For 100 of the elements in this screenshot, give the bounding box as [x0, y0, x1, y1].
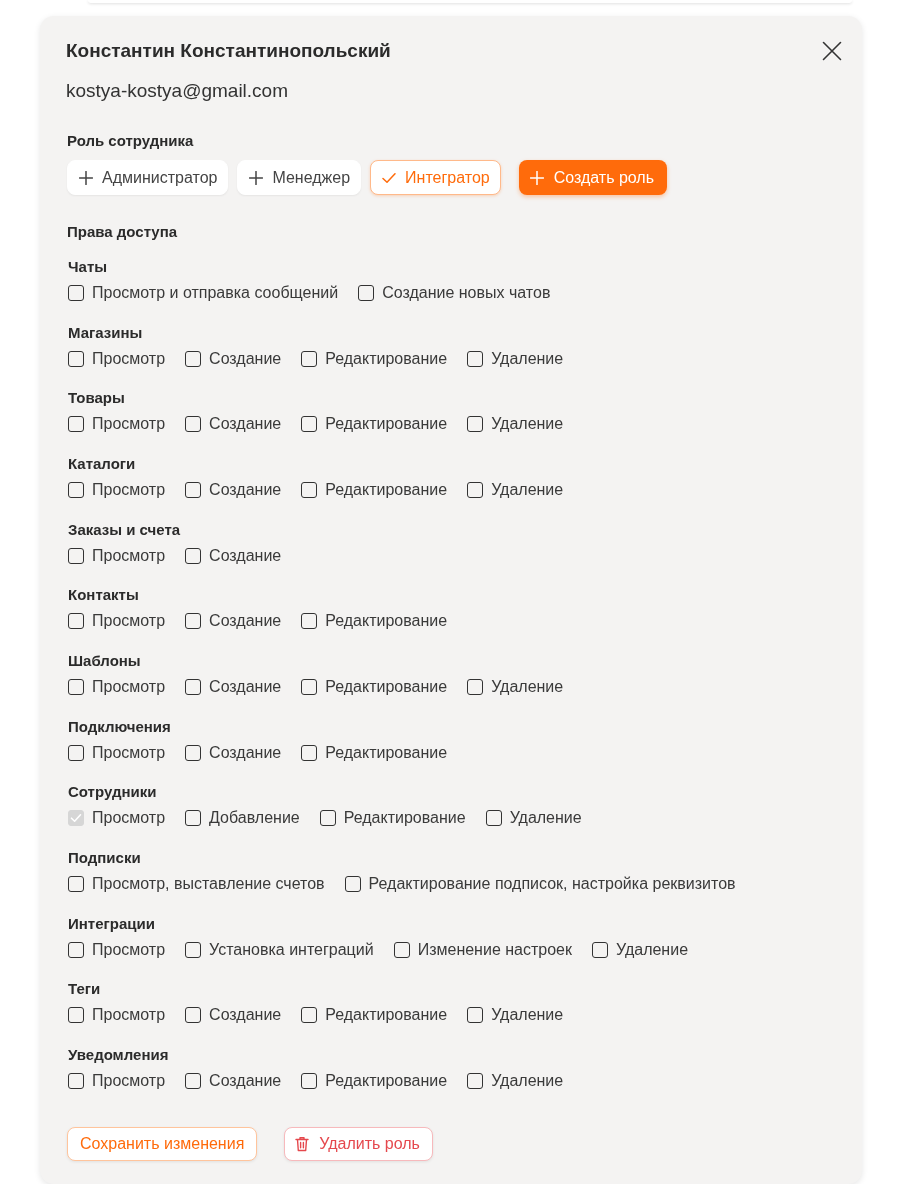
checkbox[interactable]	[485, 810, 502, 827]
save-button[interactable]: Сохранить изменения	[67, 1126, 258, 1161]
checkbox[interactable]	[301, 481, 318, 498]
checkbox[interactable]	[185, 481, 202, 498]
section-title: Роль сотрудника	[67, 131, 195, 151]
checkbox[interactable]	[467, 1072, 484, 1089]
checkbox-label: Создание новых чатов	[382, 283, 551, 303]
checkbox[interactable]	[185, 547, 202, 564]
plus-icon	[529, 170, 544, 185]
checkbox[interactable]	[68, 285, 84, 301]
group-title: Подписки	[68, 847, 142, 868]
checkbox[interactable]	[68, 941, 84, 958]
group-title: Подключения	[68, 716, 172, 737]
checkbox-label: Просмотр	[92, 742, 166, 763]
checkbox[interactable]	[358, 285, 375, 301]
checkbox[interactable]	[185, 1072, 202, 1089]
checkbox[interactable]	[68, 744, 84, 761]
checkbox[interactable]	[393, 941, 410, 958]
checkbox-label: Просмотр	[92, 676, 166, 697]
checkbox[interactable]	[301, 416, 318, 433]
checkbox[interactable]	[592, 941, 608, 958]
check-icon	[382, 170, 397, 185]
checkbox[interactable]	[68, 613, 84, 630]
checkbox[interactable]	[301, 1072, 318, 1089]
checkbox-label: Редактирование	[325, 414, 448, 435]
checkbox-label: Создание	[209, 414, 282, 435]
checkbox[interactable]	[68, 547, 84, 564]
checkbox[interactable]	[185, 810, 202, 827]
checkbox[interactable]	[467, 678, 484, 695]
checkbox[interactable]	[68, 416, 84, 433]
checkbox[interactable]	[68, 481, 84, 498]
trash-icon	[295, 1135, 310, 1152]
section-title: Права доступа	[67, 222, 179, 242]
checkbox[interactable]	[301, 744, 318, 761]
checkbox-label: Удаление	[491, 348, 564, 369]
checkbox[interactable]	[185, 416, 202, 433]
group-title: Интеграции	[68, 913, 156, 934]
checkbox-label: Создание	[209, 1070, 282, 1091]
group-title: Сотрудники	[68, 782, 158, 803]
checkbox[interactable]	[185, 1007, 202, 1024]
checkbox[interactable]	[68, 1007, 84, 1024]
group-title: Каталоги	[68, 453, 137, 474]
role-button[interactable]: Интегратор	[370, 160, 501, 195]
checkbox-label: Удаление	[509, 808, 582, 829]
checkbox[interactable]	[68, 678, 84, 695]
checkbox[interactable]	[185, 613, 202, 630]
checkbox-label: Создание	[209, 479, 282, 500]
checkbox[interactable]	[185, 678, 202, 695]
checkbox-label: Редактирование подписок, настройка реквизитов	[368, 873, 736, 894]
checkbox-label: Просмотр и отправка сообщений	[92, 283, 339, 303]
checkbox-label: Удаление	[491, 479, 564, 500]
group-title: Магазины	[68, 322, 144, 343]
checkbox-label: Редактирование	[325, 1005, 448, 1026]
checkbox-label: Просмотр	[92, 1070, 166, 1091]
group-title: Контакты	[68, 585, 140, 606]
checkbox[interactable]	[467, 481, 484, 498]
group-title: Шаблоны	[68, 650, 142, 671]
checkbox[interactable]	[68, 1072, 84, 1089]
checkbox[interactable]	[301, 613, 318, 630]
checkbox-label: Удаление	[491, 1005, 564, 1026]
checkbox-label: Удаление	[491, 676, 564, 697]
close-icon[interactable]	[822, 41, 842, 61]
checkbox-label: Просмотр	[92, 348, 166, 369]
plus-icon	[79, 170, 93, 185]
checkbox-label: Изменение настроек	[417, 939, 572, 960]
group-title: Уведомления	[68, 1044, 170, 1065]
checkbox[interactable]	[344, 875, 361, 892]
delete-button[interactable]: Удалить роль	[284, 1126, 433, 1161]
checkbox[interactable]	[301, 1007, 318, 1024]
checkbox[interactable]	[467, 1007, 484, 1024]
checkbox-label: Просмотр	[92, 939, 166, 960]
checkbox-label: Редактирование	[325, 479, 448, 500]
role-button[interactable]: Администратор	[67, 160, 229, 195]
checkbox[interactable]	[301, 678, 318, 695]
checkbox[interactable]	[319, 810, 336, 827]
checkbox-label: Создание	[209, 676, 282, 697]
checkbox[interactable]	[68, 875, 84, 892]
checkbox[interactable]	[467, 350, 484, 367]
checkbox-label: Удаление	[616, 939, 689, 960]
checkbox-label: Добавление	[209, 808, 300, 829]
checkbox[interactable]	[185, 350, 202, 367]
checkbox-label: Создание	[209, 742, 282, 763]
checkbox[interactable]	[185, 744, 202, 761]
group-title: Теги	[68, 979, 102, 1000]
checkbox-label: Редактирование	[325, 611, 448, 632]
checkbox-label: Установка интеграций	[209, 939, 374, 960]
checkbox[interactable]	[185, 941, 202, 958]
checkbox-label: Редактирование	[325, 742, 448, 763]
employee-name: Константин Константинопольский	[66, 39, 391, 63]
employee-email: kostya-kostya@gmail.com	[66, 79, 290, 103]
create-role-button[interactable]: Создать роль	[518, 160, 668, 195]
checkbox-label: Просмотр	[92, 414, 166, 435]
checkbox-label: Просмотр	[92, 808, 166, 829]
checkbox[interactable]	[467, 416, 484, 433]
checkbox-label: Создание	[209, 611, 282, 632]
checkbox[interactable]	[68, 350, 84, 367]
role-button[interactable]: Менеджер	[237, 160, 362, 195]
checkbox-label: Удаление	[491, 414, 564, 435]
checkbox-label: Редактирование	[325, 1070, 448, 1091]
checkbox[interactable]	[301, 350, 318, 367]
